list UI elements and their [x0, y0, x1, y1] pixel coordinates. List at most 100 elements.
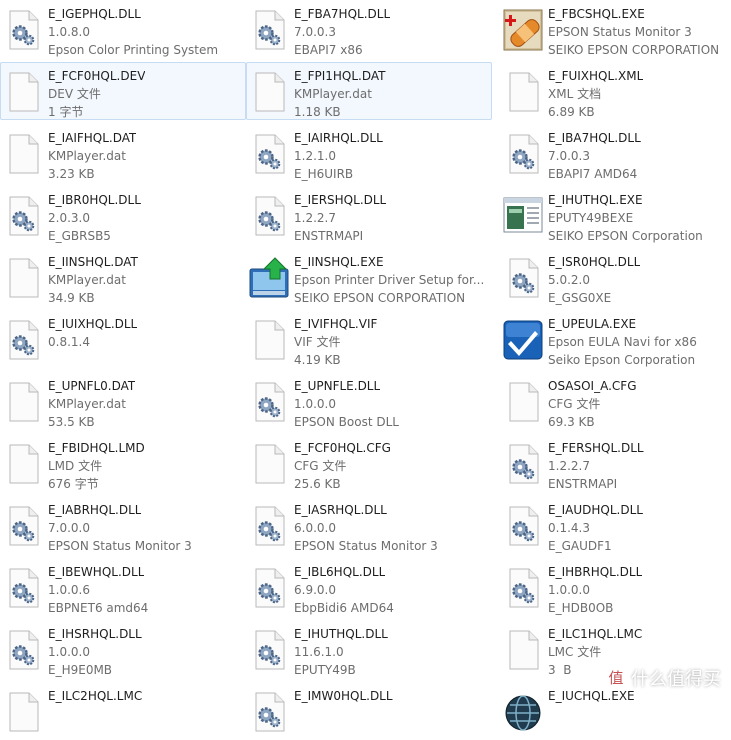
file-detail-line: E_GSG0XE: [548, 291, 612, 305]
file-tile[interactable]: E_IHUTHQL.EXE EPUTY49BEXE SEIKO EPSON Corp…: [500, 186, 731, 244]
file-tile[interactable]: E_IHBRHQL.DLL 1.0.0.0 E_HDB0OB: [500, 558, 731, 616]
file-detail-line: EBAPI7 x86: [294, 43, 363, 57]
file-detail-line: E_H9E0MB: [48, 663, 113, 677]
file-name: E_FBA7HQL.DLL: [294, 7, 391, 21]
file-name: E_IASRHQL.DLL: [294, 503, 387, 517]
file-tile[interactable]: E_UPNFLE.DLL 1.0.0.0 EPSON Boost DLL: [246, 372, 492, 430]
dll-gear-icon: [249, 195, 289, 237]
file-tile[interactable]: E_IBEWHQL.DLL 1.0.0.6 EBPNET6 amd64: [0, 558, 246, 616]
file-tile[interactable]: E_UPNFL0.DAT KMPlayer.dat 53.5 KB: [0, 372, 246, 430]
blank-file-icon: [249, 443, 289, 485]
watermark-text: 什么值得买: [631, 669, 721, 690]
file-tile[interactable]: OSASOI_A.CFG CFG 文件 69.3 KB: [500, 372, 731, 430]
file-name: E_IAIFHQL.DAT: [48, 131, 137, 145]
file-tile[interactable]: E_IUIXHQL.DLL 0.8.1.4: [0, 310, 246, 368]
watermark-badge-icon: 值: [605, 667, 627, 689]
file-tile[interactable]: E_IAIRHQL.DLL 1.2.1.0 E_H6UIRB: [246, 124, 492, 182]
file-detail-line: 1 字节: [48, 105, 84, 119]
file-name: E_IAIRHQL.DLL: [294, 131, 383, 145]
file-tile[interactable]: E_FCF0HQL.CFG CFG 文件 25.6 KB: [246, 434, 492, 492]
file-detail-line: Epson Color Printing System: [48, 43, 219, 57]
blank-file-icon: [3, 257, 43, 299]
file-tile[interactable]: E_ILC2HQL.LMC: [0, 682, 246, 740]
file-name: E_IHSRHQL.DLL: [48, 627, 142, 641]
status-monitor-bandage-icon: [503, 9, 543, 51]
file-tile[interactable]: E_FBIDHQL.LMD LMD 文件 676 字节: [0, 434, 246, 492]
file-name: E_IABRHQL.DLL: [48, 503, 142, 517]
file-tile[interactable]: E_FBA7HQL.DLL 7.0.0.3 EBAPI7 x86: [246, 0, 492, 58]
dll-gear-icon: [3, 505, 43, 547]
file-name: OSASOI_A.CFG: [548, 379, 637, 393]
dll-gear-icon: [3, 567, 43, 609]
file-detail-line: 34.9 KB: [48, 291, 95, 305]
file-tile[interactable]: E_ISR0HQL.DLL 5.0.2.0 E_GSG0XE: [500, 248, 731, 306]
file-detail-line: 6.89 KB: [548, 105, 595, 119]
file-detail-line: E_GAUDF1: [548, 539, 612, 553]
dll-gear-icon: [503, 133, 543, 175]
file-detail-line: 0.1.4.3: [548, 521, 590, 535]
dll-gear-icon: [3, 319, 43, 361]
file-name: E_IERSHQL.DLL: [294, 193, 387, 207]
file-detail-line: 1.0.0.6: [48, 583, 90, 597]
file-tile[interactable]: E_UPEULA.EXE Epson EULA Navi for x86 Seiko…: [500, 310, 731, 368]
file-detail-line: 7.0.0.0: [48, 521, 90, 535]
dll-gear-icon: [249, 567, 289, 609]
file-detail-line: 676 字节: [48, 477, 99, 491]
file-detail-line: EBPNET6 amd64: [48, 601, 149, 615]
file-name: E_FCF0HQL.DEV: [48, 69, 146, 83]
file-tile[interactable]: E_IASRHQL.DLL 6.0.0.0 EPSON Status Monitor…: [246, 496, 492, 554]
file-name: E_FUIXHQL.XML: [548, 69, 644, 83]
file-detail-line: KMPlayer.dat: [48, 273, 126, 287]
file-detail-line: Epson EULA Navi for x86: [548, 335, 697, 349]
file-name: E_ISR0HQL.DLL: [548, 255, 641, 269]
dll-gear-icon: [249, 133, 289, 175]
dll-gear-icon: [249, 505, 289, 547]
file-detail-line: 1.0.0.0: [548, 583, 590, 597]
file-tile[interactable]: E_IMW0HQL.DLL: [246, 682, 492, 740]
dll-gear-icon: [249, 9, 289, 51]
file-tile[interactable]: E_IBR0HQL.DLL 2.0.3.0 E_GBRSB5: [0, 186, 246, 244]
file-tile[interactable]: E_IBL6HQL.DLL 6.9.0.0 EbpBidi6 AMD64: [246, 558, 492, 616]
file-detail-line: LMD 文件: [48, 459, 103, 473]
dll-gear-icon: [249, 381, 289, 423]
file-tile[interactable]: E_IAIFHQL.DAT KMPlayer.dat 3.23 KB: [0, 124, 246, 182]
file-name: E_FBIDHQL.LMD: [48, 441, 145, 455]
file-detail-line: 6.9.0.0: [294, 583, 336, 597]
file-detail-line: 1.0.0.0: [294, 397, 336, 411]
file-tile[interactable]: E_IHSRHQL.DLL 1.0.0.0 E_H9E0MB: [0, 620, 246, 678]
dll-gear-icon: [3, 629, 43, 671]
file-detail-line: 2.0.3.0: [48, 211, 90, 225]
file-detail-line: Epson Printer Driver Setup for...: [294, 273, 485, 287]
file-detail-line: DEV 文件: [48, 87, 101, 101]
blank-file-icon: [249, 319, 289, 361]
file-tile[interactable]: E_FERSHQL.DLL 1.2.2.7 ENSTRMAPI: [500, 434, 731, 492]
file-detail-line: CFG 文件: [294, 459, 347, 473]
file-name: E_IGEPHQL.DLL: [48, 7, 141, 21]
file-detail-line: 5.0.2.0: [548, 273, 590, 287]
file-tile[interactable]: E_IABRHQL.DLL 7.0.0.0 EPSON Status Monitor…: [0, 496, 246, 554]
file-tile-grid: E_IGEPHQL.DLL 1.0.8.0 Epson Color Printing…: [0, 0, 731, 732]
file-name: E_IBA7HQL.DLL: [548, 131, 641, 145]
dll-gear-icon: [503, 567, 543, 609]
file-tile[interactable]: E_FUIXHQL.XML XML 文档 6.89 KB: [500, 62, 731, 120]
file-detail-line: 53.5 KB: [48, 415, 95, 429]
file-name: E_FBCSHQL.EXE: [548, 7, 645, 21]
file-tile[interactable]: E_IINSHQL.DAT KMPlayer.dat 34.9 KB: [0, 248, 246, 306]
blank-file-icon: [503, 629, 543, 671]
file-detail-line: VIF 文件: [294, 335, 341, 349]
file-detail-line: EPUTY49BEXE: [548, 211, 634, 225]
file-tile[interactable]: E_IVIFHQL.VIF VIF 文件 4.19 KB: [246, 310, 492, 368]
file-tile[interactable]: E_FCF0HQL.DEV DEV 文件 1 字节: [0, 62, 246, 120]
file-name: E_IBEWHQL.DLL: [48, 565, 145, 579]
file-tile[interactable]: E_FPI1HQL.DAT KMPlayer.dat 1.18 KB: [246, 62, 492, 120]
file-tile[interactable]: E_IGEPHQL.DLL 1.0.8.0 Epson Color Printing…: [0, 0, 246, 58]
file-tile[interactable]: E_IINSHQL.EXE Epson Printer Driver Setup …: [246, 248, 492, 306]
file-name: E_IVIFHQL.VIF: [294, 317, 378, 331]
file-tile[interactable]: E_IERSHQL.DLL 1.2.2.7 ENSTRMAPI: [246, 186, 492, 244]
file-name: E_IBR0HQL.DLL: [48, 193, 141, 207]
file-tile[interactable]: E_FBCSHQL.EXE EPSON Status Monitor 3 SEIKO…: [500, 0, 731, 58]
file-tile[interactable]: E_IBA7HQL.DLL 7.0.0.3 EBAPI7 AMD64: [500, 124, 731, 182]
file-tile[interactable]: E_IAUDHQL.DLL 0.1.4.3 E_GAUDF1: [500, 496, 731, 554]
file-name: E_IHUTHQL.EXE: [548, 193, 643, 207]
file-tile[interactable]: E_IHUTHQL.DLL 11.6.1.0 EPUTY49B: [246, 620, 492, 678]
